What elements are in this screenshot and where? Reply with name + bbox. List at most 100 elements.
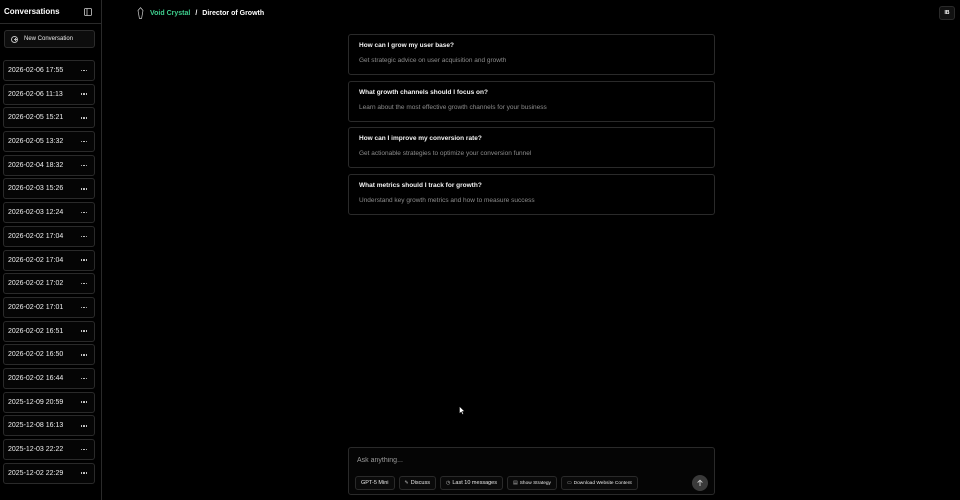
conversation-timestamp: 2025-12-03 22:22 [8,446,64,453]
suggestion-card[interactable]: How can I grow my user base? Get strategi… [348,34,715,75]
suggestion-description: Get actionable strategies to optimize yo… [359,150,532,158]
conversation-list: 2026-02-06 17:55 2026-02-06 11:13 2026-02-… [3,60,95,486]
mouse-cursor-icon [459,406,465,415]
sidebar-title: Conversations [4,7,60,16]
suggestion-list: How can I grow my user base? Get strategi… [348,34,715,220]
breadcrumb-separator: / [195,9,198,17]
collapse-sidebar-icon[interactable] [83,7,93,17]
suggestion-title: How can I improve my conversion rate? [359,135,482,143]
more-options-icon[interactable] [80,211,87,214]
conversation-timestamp: 2026-02-06 17:55 [8,67,64,74]
history-button[interactable]: ◷ Last 10 messages [439,476,503,490]
conversation-item[interactable]: 2026-02-02 16:51 [3,320,95,342]
more-options-icon[interactable] [80,93,87,95]
conversation-item[interactable]: 2026-02-05 15:21 [3,107,95,129]
more-options-icon[interactable] [80,354,87,356]
more-options-icon[interactable] [80,140,87,143]
conversation-item[interactable]: 2026-02-03 15:26 [3,178,95,200]
conversation-item[interactable]: 2025-12-02 22:29 [3,462,95,484]
arrow-up-icon [697,479,703,486]
conversation-timestamp: 2026-02-02 17:01 [8,303,64,311]
composer-toolbar: GPT-5 Mini ✎ Discuss ◷ Last 10 messages … [355,476,638,490]
discuss-label: Discuss [410,480,430,486]
suggestion-card[interactable]: What metrics should I track for growth? U… [348,173,715,215]
breadcrumb: Void Crystal / Director of Growth [136,7,264,19]
page-title: Director of Growth [202,9,265,17]
more-options-icon[interactable] [80,401,87,403]
conversation-timestamp: 2026-02-02 17:04 [8,232,64,240]
show-strategy-button[interactable]: ▤ Show Strategy [507,476,557,490]
conversation-timestamp: 2026-02-04 18:32 [8,161,64,169]
new-conversation-button[interactable]: New Conversation [4,30,95,48]
more-options-icon[interactable] [80,306,87,309]
new-conversation-label: New Conversation [24,36,74,42]
user-avatar[interactable]: IB [939,6,955,20]
more-options-icon[interactable] [80,330,87,332]
conversation-item[interactable]: 2026-02-02 17:02 [3,273,95,295]
document-icon: ▤ [513,480,518,486]
conversation-item[interactable]: 2026-02-06 11:13 [3,83,95,105]
more-options-icon[interactable] [80,472,87,474]
sidebar-header: Conversations [0,0,101,24]
suggestion-description: Understand key growth metrics and how to… [359,196,535,204]
send-button[interactable] [692,475,708,491]
conversation-item[interactable]: 2025-12-08 16:13 [3,415,95,437]
suggestion-card[interactable]: How can I improve my conversion rate? Get… [348,127,715,169]
conversation-timestamp: 2026-02-03 15:26 [8,185,64,193]
suggestion-title: What metrics should I track for growth? [359,181,482,189]
conversation-item[interactable]: 2026-02-02 17:04 [3,225,95,247]
app-window: Conversations New Conversation 2026-02-0… [0,0,960,500]
folder-icon: ▭ [566,480,572,486]
conversation-timestamp: 2025-12-09 20:59 [8,398,64,406]
conversation-item[interactable]: 2025-12-09 20:59 [3,391,95,413]
conversation-timestamp: 2026-02-05 13:32 [8,138,64,146]
conversation-item[interactable]: 2026-02-05 13:32 [3,131,95,153]
conversation-item[interactable]: 2025-12-03 22:22 [3,439,95,460]
conversation-timestamp: 2026-02-02 16:50 [8,351,64,359]
more-options-icon[interactable] [80,448,87,451]
sidebar: Conversations New Conversation 2026-02-0… [0,0,102,500]
download-content-label: Download Website Content [573,480,632,486]
clock-icon: ◷ [445,480,451,486]
conversation-item[interactable]: 2026-02-06 17:55 [3,60,95,81]
model-label: GPT-5 Mini [361,480,389,486]
plus-circle-icon [11,35,18,43]
suggestion-card[interactable]: What growth channels should I focus on? L… [348,80,715,122]
message-input[interactable] [357,457,677,464]
conversation-timestamp: 2026-02-02 16:51 [8,327,64,335]
more-options-icon[interactable] [80,164,87,166]
show-strategy-label: Show Strategy [519,480,551,486]
suggestion-title: How can I grow my user base? [359,42,454,49]
conversation-timestamp: 2026-02-02 17:02 [8,280,64,288]
more-options-icon[interactable] [80,259,87,261]
conversation-timestamp: 2026-02-05 15:21 [8,114,64,122]
more-options-icon[interactable] [80,377,87,380]
composer: GPT-5 Mini ✎ Discuss ◷ Last 10 messages … [348,447,715,495]
conversation-item[interactable]: 2026-02-02 16:50 [3,344,95,366]
conversation-timestamp: 2026-02-03 12:24 [8,209,64,217]
more-options-icon[interactable] [80,235,87,238]
suggestion-description: Learn about the most effective growth ch… [359,103,547,111]
more-options-icon[interactable] [80,69,87,72]
model-selector-button[interactable]: GPT-5 Mini [355,476,395,490]
conversation-timestamp: 2026-02-02 16:44 [8,374,64,382]
conversation-timestamp: 2025-12-02 22:29 [8,469,64,477]
download-content-button[interactable]: ▭ Download Website Content [560,476,638,490]
conversation-item[interactable]: 2026-02-03 12:24 [3,202,95,224]
more-options-icon[interactable] [80,117,87,119]
conversation-timestamp: 2026-02-06 11:13 [8,90,63,98]
conversation-item[interactable]: 2026-02-04 18:32 [3,154,95,176]
pin-icon: ✎ [404,480,409,486]
conversation-timestamp: 2026-02-02 17:04 [8,256,64,264]
more-options-icon[interactable] [80,188,87,190]
more-options-icon[interactable] [80,425,87,427]
conversation-item[interactable]: 2026-02-02 16:44 [3,367,95,389]
brand-name-link[interactable]: Void Crystal [150,10,190,17]
top-bar: Void Crystal / Director of Growth IB [102,0,960,26]
conversation-item[interactable]: 2026-02-02 17:01 [3,296,95,318]
conversation-item[interactable]: 2026-02-02 17:04 [3,249,95,271]
discuss-button[interactable]: ✎ Discuss [398,476,436,490]
more-options-icon[interactable] [80,282,87,285]
conversation-timestamp: 2025-12-08 16:13 [8,422,64,430]
suggestion-description: Get strategic advice on user acquisition… [359,57,507,64]
